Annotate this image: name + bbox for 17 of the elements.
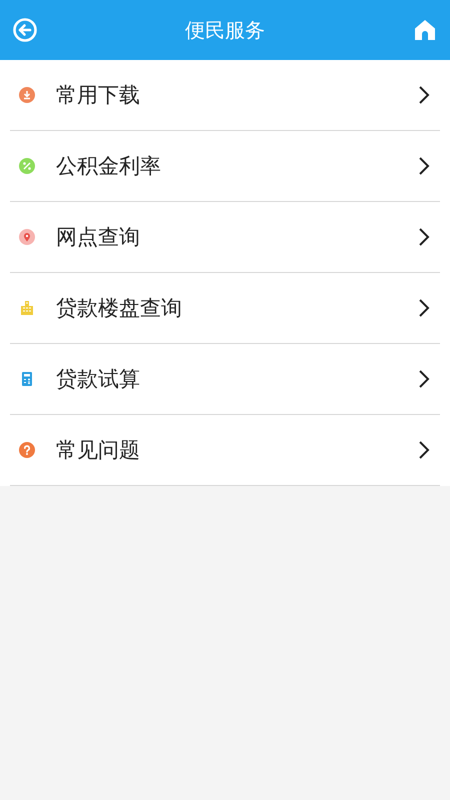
service-item[interactable]: 公积金利率 xyxy=(10,131,440,202)
chevron-right-icon xyxy=(418,156,430,176)
service-item[interactable]: 网点查询 xyxy=(10,202,440,273)
back-button[interactable] xyxy=(12,17,38,43)
chevron-right-icon xyxy=(418,440,430,460)
page-title: 便民服务 xyxy=(185,16,265,44)
chevron-right-icon xyxy=(418,298,430,318)
chevron-right-icon xyxy=(418,85,430,105)
chevron-right-icon xyxy=(418,227,430,247)
chevron-right-icon xyxy=(418,369,430,389)
service-item[interactable]: 贷款试算 xyxy=(10,344,440,415)
back-icon xyxy=(12,17,38,43)
service-item[interactable]: 贷款楼盘查询 xyxy=(10,273,440,344)
service-item[interactable]: 常用下载 xyxy=(10,60,440,131)
home-button[interactable] xyxy=(412,17,438,43)
service-item[interactable]: 常见问题 xyxy=(10,415,440,486)
home-icon xyxy=(413,18,437,42)
